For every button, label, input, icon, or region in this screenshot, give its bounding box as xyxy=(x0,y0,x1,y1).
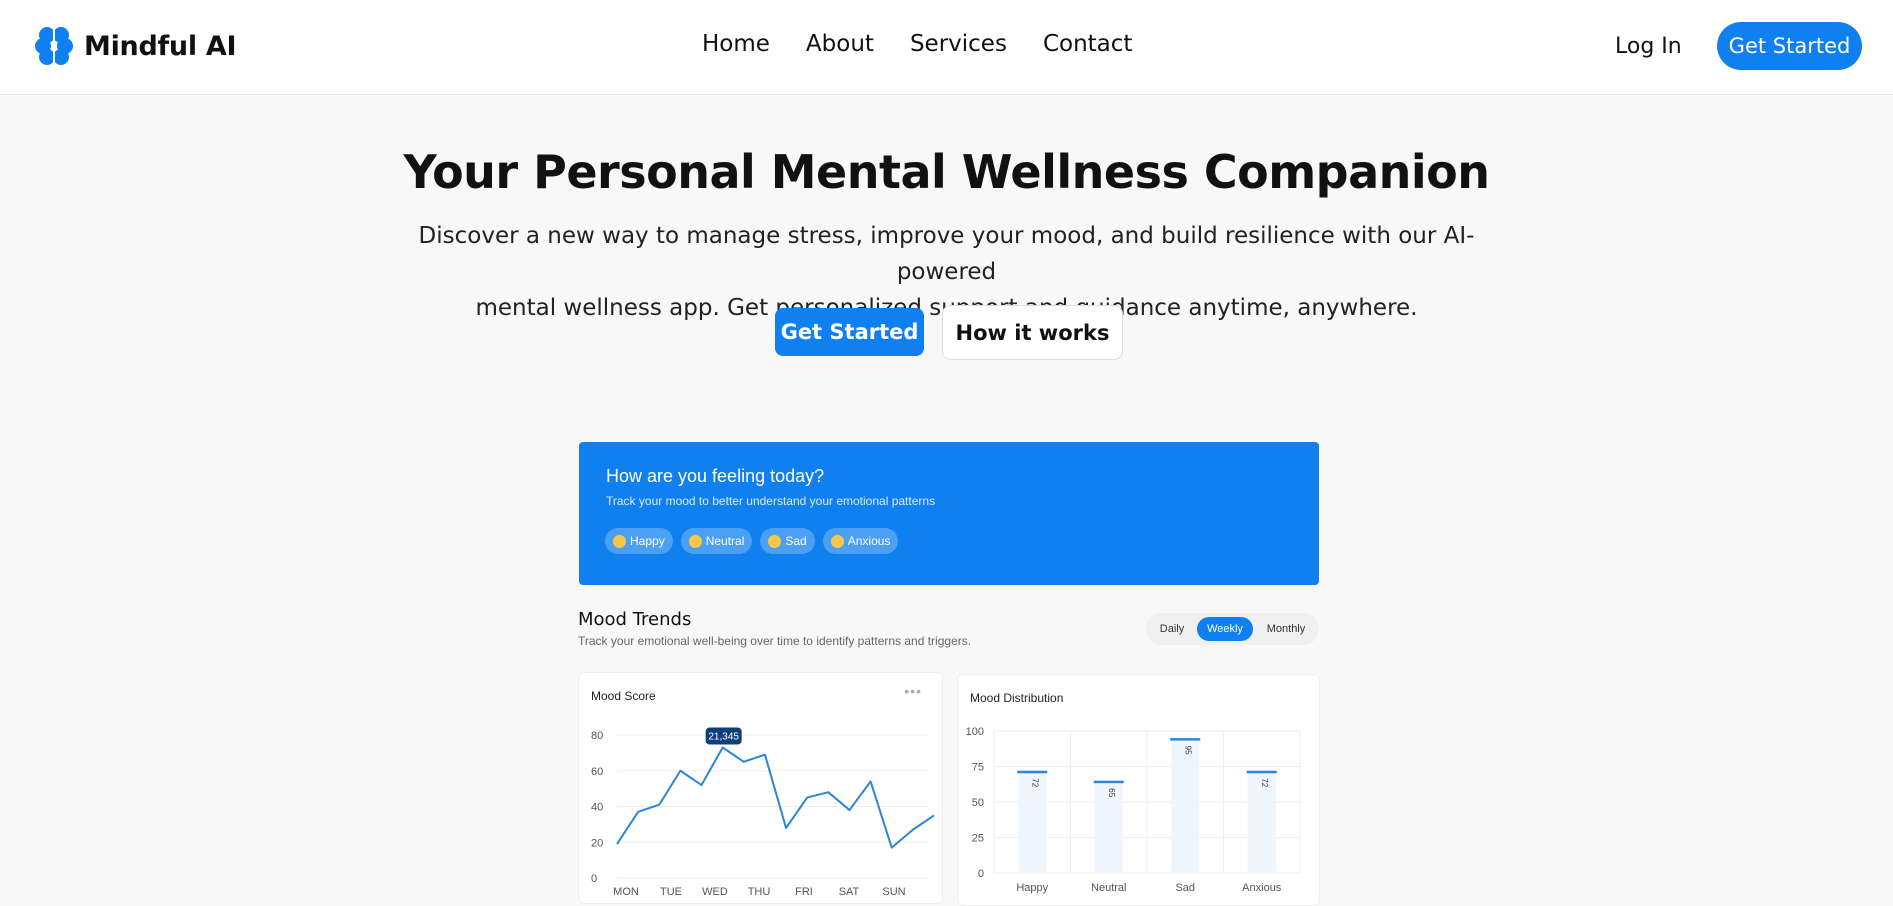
x-tick-label: Anxious xyxy=(1242,882,1282,894)
x-tick-label: Sad xyxy=(1175,882,1195,894)
tooltip-value: 21,345 xyxy=(708,732,739,743)
brand-name: Mindful AI xyxy=(84,31,236,62)
top-navbar: Mindful AI Home About Services Contact L… xyxy=(0,0,1893,95)
mood-score-chart: 0 20 40 60 80 MON TUE WED THU FRI SAT SUN 21,345 xyxy=(579,673,942,903)
mood-chip-sad[interactable]: Sad xyxy=(760,528,814,554)
bar-value-label: 95 xyxy=(1183,746,1192,755)
mood-score-card: Mood Score ••• 020406080MONTUEWEDTHUFRIS… xyxy=(578,672,943,904)
nav-get-started-button[interactable]: Get Started xyxy=(1717,22,1862,70)
x-tick-label: MON xyxy=(613,886,639,898)
mood-chip-happy[interactable]: Happy xyxy=(605,528,673,554)
sad-face-icon xyxy=(768,535,781,548)
mood-score-series-line xyxy=(617,748,934,848)
y-tick-label: 20 xyxy=(591,837,603,849)
bar-value-label: 72 xyxy=(1260,778,1269,787)
period-weekly[interactable]: Weekly xyxy=(1197,617,1253,641)
bar-value-label: 72 xyxy=(1030,778,1039,787)
bar-cap xyxy=(1247,771,1277,774)
hero-title: Your Personal Mental Wellness Companion xyxy=(0,145,1893,199)
nav-link-contact[interactable]: Contact xyxy=(1043,31,1132,57)
x-tick-label: Neutral xyxy=(1091,882,1126,894)
mood-chip-neutral[interactable]: Neutral xyxy=(681,528,753,554)
nav-link-about[interactable]: About xyxy=(806,31,874,57)
mood-distribution-chart: 0 25 50 75 100 72 Happy 65 Neutral 95 Sad 72 Anxious xyxy=(958,675,1319,905)
y-tick-label: 75 xyxy=(972,762,984,774)
y-tick-label: 40 xyxy=(591,802,603,814)
x-tick-label: SAT xyxy=(839,886,860,898)
y-tick-label: 0 xyxy=(978,868,984,880)
y-tick-label: 0 xyxy=(591,873,597,885)
hero-subtitle-line-1: Discover a new way to manage stress, imp… xyxy=(400,218,1493,290)
mood-checkin-title: How are you feeling today? xyxy=(606,466,824,487)
period-monthly[interactable]: Monthly xyxy=(1258,613,1314,645)
x-tick-label: FRI xyxy=(795,886,813,898)
brand-logo[interactable]: Mindful AI xyxy=(35,26,236,66)
happy-face-icon xyxy=(613,535,626,548)
mood-chip-label: Anxious xyxy=(848,534,891,548)
bar-cap xyxy=(1170,738,1200,741)
y-tick-label: 60 xyxy=(591,766,603,778)
anxious-face-icon xyxy=(831,535,844,548)
mood-checkin-card: How are you feeling today? Track your mo… xyxy=(579,442,1319,585)
mood-distribution-card: Mood Distribution 025507510072Happy65Neu… xyxy=(957,674,1320,906)
y-tick-label: 80 xyxy=(591,730,603,742)
y-tick-label: 25 xyxy=(972,833,984,845)
get-started-button[interactable]: Get Started xyxy=(775,308,924,356)
mood-chip-label: Happy xyxy=(630,534,665,548)
y-tick-label: 50 xyxy=(972,797,984,809)
x-tick-label: Happy xyxy=(1016,882,1048,894)
bar-cap xyxy=(1094,781,1124,784)
bar-sad xyxy=(1171,738,1199,873)
nav-link-services[interactable]: Services xyxy=(910,31,1007,57)
login-link[interactable]: Log In xyxy=(1615,34,1682,59)
x-tick-label: WED xyxy=(702,886,728,898)
period-daily[interactable]: Daily xyxy=(1152,613,1192,645)
x-tick-label: TUE xyxy=(660,886,682,898)
neutral-face-icon xyxy=(689,535,702,548)
mood-chip-label: Neutral xyxy=(706,534,745,548)
nav-links: Home About Services Contact xyxy=(702,31,1168,57)
nav-link-home[interactable]: Home xyxy=(702,31,770,57)
mood-options: Happy Neutral Sad Anxious xyxy=(605,528,898,554)
mood-chip-anxious[interactable]: Anxious xyxy=(823,528,899,554)
brain-icon xyxy=(35,26,73,66)
mood-trends-title: Mood Trends xyxy=(578,609,691,630)
how-it-works-button[interactable]: How it works xyxy=(942,305,1123,360)
bar-cap xyxy=(1017,771,1047,774)
period-toggle: Daily Weekly Monthly xyxy=(1146,613,1319,645)
mood-trends-subtitle: Track your emotional well-being over tim… xyxy=(578,634,971,648)
mood-checkin-subtitle: Track your mood to better understand you… xyxy=(606,494,935,508)
mood-chip-label: Sad xyxy=(785,534,806,548)
y-tick-label: 100 xyxy=(966,726,984,738)
bar-value-label: 65 xyxy=(1107,788,1116,797)
x-tick-label: THU xyxy=(748,886,771,898)
x-tick-label: SUN xyxy=(882,886,905,898)
